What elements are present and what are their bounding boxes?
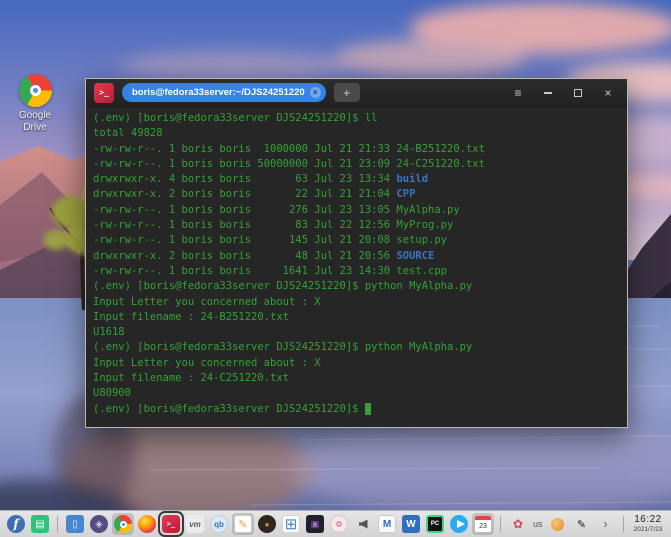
calendar-app-glyph: 23 <box>474 515 492 533</box>
taskbar-divider <box>57 516 58 532</box>
terminal-icon[interactable]: >_ <box>160 513 182 535</box>
minimize-button[interactable] <box>541 86 555 100</box>
fedora-menu-icon[interactable]: f <box>5 513 27 535</box>
tray-expand-icon[interactable]: › <box>595 513 617 535</box>
red-flower-tray-icon[interactable]: ✿ <box>507 513 529 535</box>
terminal-line: (.env) [boris@fedora33server DJS24251220… <box>93 402 620 417</box>
w-app-glyph: W <box>402 515 420 533</box>
fedora-menu-glyph: f <box>7 515 25 533</box>
terminal-line: U1618 <box>93 326 125 339</box>
firefox-icon[interactable] <box>136 513 158 535</box>
terminal-app-icon: >_ <box>94 82 114 103</box>
terminal-line: Input Letter you concerned about : X <box>93 295 321 308</box>
privacy-browser-glyph: ◈ <box>90 515 108 533</box>
terminal-titlebar[interactable]: >_ boris@fedora33server:~/DJS24251220 × … <box>86 79 627 107</box>
taskbar-divider <box>500 516 501 532</box>
notes-app-glyph: ▤ <box>31 515 49 533</box>
orange-dot-tray-glyph <box>551 517 565 531</box>
terminal-line: total 49828 <box>93 127 163 140</box>
terminal-line: -rw-rw-r--. 1 boris boris 1641 Jul 23 14… <box>93 264 448 277</box>
media-disc-icon[interactable] <box>328 513 350 535</box>
terminal-tab-title: boris@fedora33server:~/DJS24251220 <box>132 87 305 98</box>
tab-close-icon[interactable]: × <box>309 87 321 98</box>
terminal-line: drwxrwxr-x. 4 boris boris 63 Jul 23 13:3… <box>93 173 429 186</box>
menu-icon[interactable]: ≡ <box>511 86 525 100</box>
files-app-glyph: ▯ <box>66 515 84 533</box>
terminal-line: -rw-rw-r--. 1 boris boris 1000000 Jul 21… <box>93 142 485 155</box>
firefox-glyph <box>138 515 156 533</box>
terminal-line: Input Letter you concerned about : X <box>93 356 321 369</box>
terminal-line: Input filename : 24-C251220.txt <box>93 372 289 385</box>
terminal-line: -rw-rw-r--. 1 boris boris 145 Jul 21 20:… <box>93 234 448 247</box>
media-disc-glyph <box>330 515 348 533</box>
m-app-icon[interactable]: M <box>376 513 398 535</box>
remote-desktop-glyph: ⊞ <box>282 515 300 533</box>
terminal-line: drwxrwxr-x. 2 boris boris 22 Jul 21 21:0… <box>93 188 416 201</box>
vmware-glyph: vm <box>186 515 204 533</box>
taskbar-clock[interactable]: 16:22 2021/7/23 <box>630 512 667 536</box>
m-app-glyph: M <box>378 515 396 533</box>
pen-tray-icon[interactable]: ✎ <box>571 513 593 535</box>
close-button[interactable]: × <box>601 86 615 100</box>
floppy-app-icon[interactable]: ▣ <box>304 513 326 535</box>
terminal-line: (.env) [boris@fedora33server DJS24251220… <box>93 280 473 293</box>
qbittorrent-glyph: qb <box>210 515 228 533</box>
keyboard-layout[interactable]: us <box>531 519 545 529</box>
volume-icon[interactable] <box>352 513 374 535</box>
qbittorrent-icon[interactable]: qb <box>208 513 230 535</box>
red-flower-tray-glyph: ✿ <box>512 517 524 531</box>
terminal-glyph: >_ <box>162 515 180 533</box>
pen-tray-glyph: ✎ <box>576 518 587 531</box>
new-tab-button[interactable]: + <box>333 83 360 102</box>
pycharm-glyph: PC <box>426 515 444 533</box>
pycharm-icon[interactable]: PC <box>424 513 446 535</box>
terminal-window: >_ boris@fedora33server:~/DJS24251220 × … <box>85 78 628 428</box>
terminal-line: -rw-rw-r--. 1 boris boris 276 Jul 23 13:… <box>93 203 460 216</box>
tray-expand-glyph: › <box>603 517 608 531</box>
calendar-app-icon[interactable]: 23 <box>472 513 494 535</box>
desktop: Google Drive >_ boris@fedora33server:~/D… <box>0 0 671 537</box>
taskbar-app-icons: f ▤ ▯ ◈ >_ vm qb ✎ ● ⊞ ▣ M W PC 23 <box>5 513 494 535</box>
orange-dot-tray-icon[interactable] <box>547 513 569 535</box>
telegram-glyph <box>450 515 468 533</box>
gimp-glyph: ● <box>258 515 276 533</box>
terminal-line: -rw-rw-r--. 1 boris boris 83 Jul 22 12:5… <box>93 219 454 232</box>
terminal-output[interactable]: (.env) [boris@fedora33server DJS24251220… <box>86 107 627 427</box>
text-editor-icon[interactable]: ✎ <box>232 513 254 535</box>
w-app-icon[interactable]: W <box>400 513 422 535</box>
volume-glyph <box>354 515 372 533</box>
chrome-glyph <box>114 515 132 533</box>
floppy-app-glyph: ▣ <box>306 515 324 533</box>
maximize-button[interactable] <box>571 86 585 100</box>
files-app-icon[interactable]: ▯ <box>64 513 86 535</box>
clock-date: 2021/7/23 <box>633 525 663 533</box>
taskbar-divider <box>622 516 624 532</box>
terminal-line: (.env) [boris@fedora33server DJS24251220… <box>93 112 378 124</box>
taskbar: f ▤ ▯ ◈ >_ vm qb ✎ ● ⊞ ▣ M W PC 23 ✿ us ✎ › 16:22 2021/7/… <box>0 510 671 537</box>
desktop-icon-google-drive[interactable]: Google Drive <box>6 74 64 134</box>
taskbar-tray-left: ✿ us ✎ › <box>496 513 628 535</box>
terminal-line: Input filename : 24-B251220.txt <box>93 310 289 323</box>
terminal-line: drwxrwxr-x. 2 boris boris 48 Jul 21 20:5… <box>93 249 435 262</box>
google-drive-icon <box>18 74 52 107</box>
terminal-line: U80900 <box>93 387 131 400</box>
telegram-icon[interactable] <box>448 513 470 535</box>
gimp-icon[interactable]: ● <box>256 513 278 535</box>
terminal-tab[interactable]: boris@fedora33server:~/DJS24251220 × <box>122 83 326 102</box>
terminal-line: -rw-rw-r--. 1 boris boris 50000000 Jul 2… <box>93 157 485 170</box>
chrome-icon[interactable] <box>112 513 134 535</box>
terminal-line: (.env) [boris@fedora33server DJS24251220… <box>93 341 473 354</box>
remote-desktop-icon[interactable]: ⊞ <box>280 513 302 535</box>
notes-app-icon[interactable]: ▤ <box>29 513 51 535</box>
text-editor-glyph: ✎ <box>234 515 252 533</box>
vmware-icon[interactable]: vm <box>184 513 206 535</box>
clock-time: 16:22 <box>634 513 662 525</box>
desktop-icon-label: Google Drive <box>18 110 52 133</box>
privacy-browser-icon[interactable]: ◈ <box>88 513 110 535</box>
